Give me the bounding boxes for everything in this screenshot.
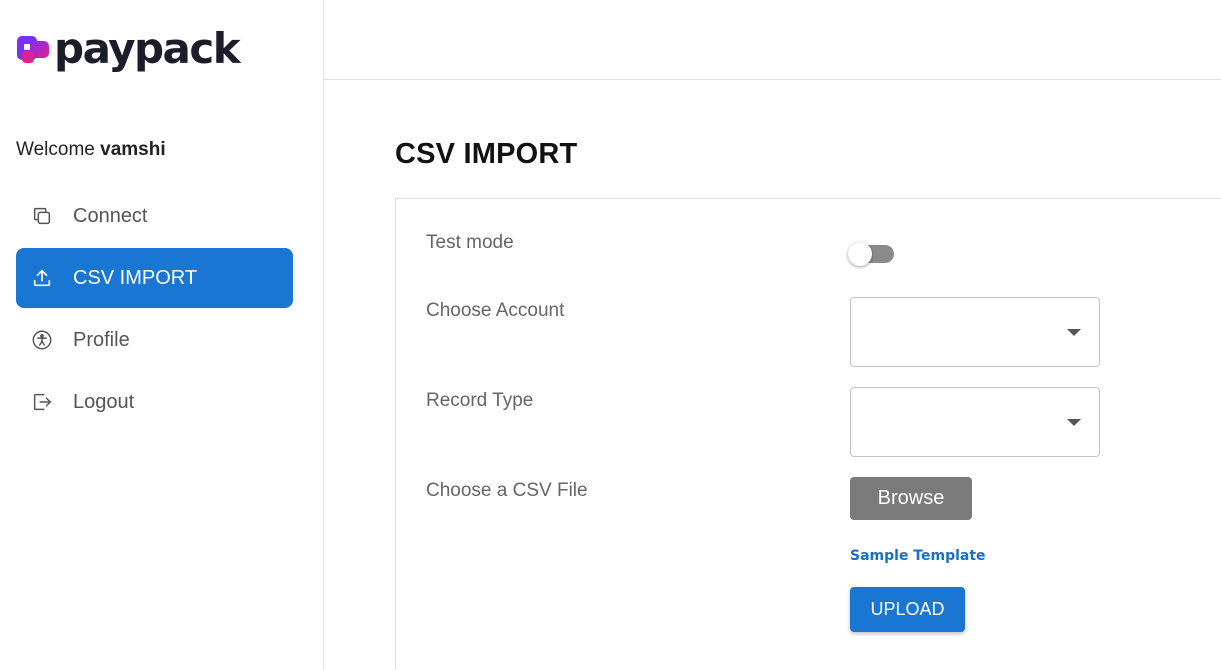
sidebar-item-label: Logout (73, 390, 135, 413)
toggle-thumb (848, 242, 872, 266)
record-type-label: Record Type (426, 390, 534, 411)
upload-button[interactable]: UPLOAD (850, 587, 965, 632)
username: vamshi (100, 139, 166, 160)
sample-template-link[interactable]: Sample Template (850, 548, 986, 564)
sidebar: paypack Welcome vamshi Connect CSV IMPOR… (0, 0, 324, 670)
test-mode-toggle[interactable] (848, 241, 896, 267)
brand-name: paypack (54, 24, 241, 73)
paypack-logo[interactable]: paypack (16, 24, 241, 73)
test-mode-label: Test mode (426, 232, 514, 253)
welcome-message: Welcome vamshi (16, 139, 166, 161)
sidebar-item-label: Connect (73, 204, 148, 227)
sidebar-item-label: Profile (73, 328, 130, 351)
sidebar-nav: Connect CSV IMPORT Profile Logout (16, 186, 293, 434)
sidebar-item-logout[interactable]: Logout (16, 372, 293, 432)
page-title: CSV IMPORT (395, 138, 578, 170)
logout-icon (30, 390, 54, 414)
browse-button[interactable]: Browse (850, 477, 972, 520)
copy-icon (30, 204, 54, 228)
upload-icon (30, 266, 54, 290)
sidebar-item-profile[interactable]: Profile (16, 310, 293, 370)
top-bar (324, 0, 1221, 80)
choose-account-label: Choose Account (426, 300, 565, 321)
sidebar-item-csv-import[interactable]: CSV IMPORT (16, 248, 293, 308)
choose-file-label: Choose a CSV File (426, 480, 588, 501)
welcome-prefix: Welcome (16, 139, 95, 160)
accessibility-icon (30, 328, 54, 352)
sidebar-item-label: CSV IMPORT (73, 266, 198, 289)
chevron-down-icon (1067, 329, 1081, 336)
chevron-down-icon (1067, 419, 1081, 426)
paypack-logo-icon (16, 31, 52, 71)
sidebar-item-connect[interactable]: Connect (16, 186, 293, 246)
record-type-select[interactable] (850, 387, 1100, 457)
choose-account-select[interactable] (850, 297, 1100, 367)
